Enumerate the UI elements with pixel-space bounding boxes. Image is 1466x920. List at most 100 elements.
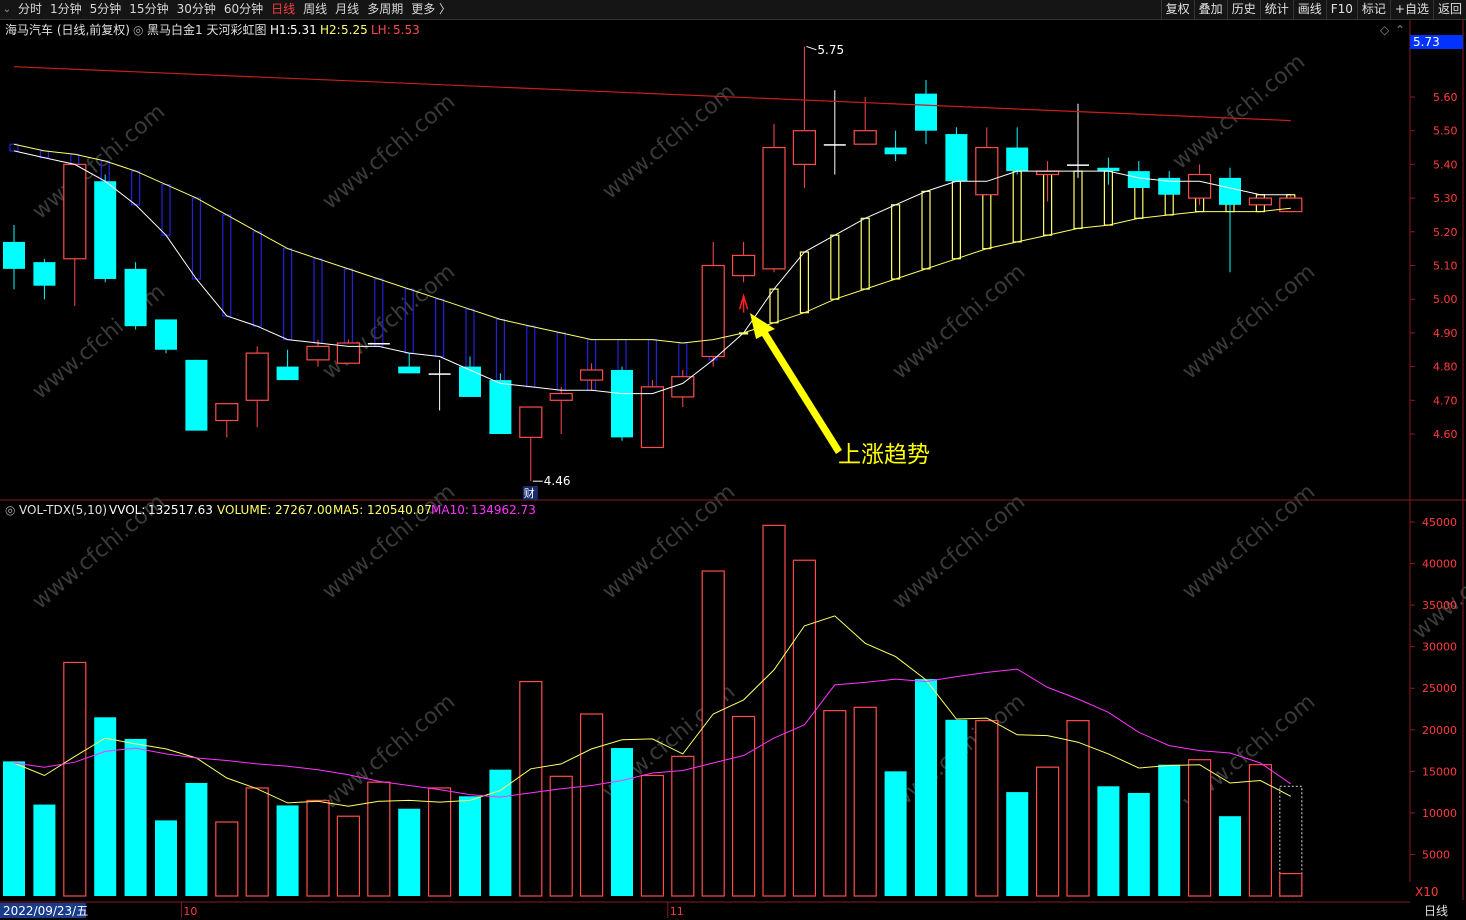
period-tab-0[interactable]: 分时 (14, 0, 46, 19)
ma10-label: MA10: (431, 503, 469, 517)
month-label: 11 (670, 905, 684, 918)
period-tab-4[interactable]: 30分钟 (173, 0, 220, 19)
volume-bar-down (3, 761, 25, 896)
diamond-icon[interactable]: ◇ (1380, 23, 1390, 37)
volume-bar-down (945, 719, 968, 896)
volume-bar-down (276, 805, 299, 896)
period-tab-1[interactable]: 1分钟 (46, 0, 86, 19)
candle-body-up (792, 130, 817, 165)
candle-body-up (306, 345, 330, 361)
watermark-text: www.cfchi.com (1178, 479, 1320, 604)
volume-bar-up (853, 706, 877, 897)
candle-body-down (823, 144, 846, 146)
toolbar-button-8[interactable]: 返回 (1432, 0, 1466, 19)
lh-value: 5.53 (393, 23, 420, 37)
toolbar-button-6[interactable]: 标记 (1356, 0, 1390, 19)
price-tick-label: 5.50 (1433, 125, 1458, 138)
volume-tick-label: 10000 (1422, 807, 1457, 820)
volume-bar-up (63, 661, 87, 897)
month-label: 10 (183, 905, 197, 918)
volume-bar-down (1097, 786, 1120, 896)
collapse-icon[interactable]: ⌃ (1395, 23, 1405, 37)
candle-body-down (367, 343, 390, 345)
volume-bar-up (701, 570, 725, 897)
candle-body-up (731, 254, 756, 277)
candle-body-down (94, 181, 117, 279)
slow-line (13, 143, 1291, 344)
toolbar-button-1[interactable]: 叠加 (1193, 0, 1227, 19)
volume-bar-up (336, 815, 360, 897)
band-segment (1073, 170, 1083, 230)
toolbar-button-0[interactable]: 复权 (1160, 0, 1194, 19)
volume-bar-down (33, 804, 56, 896)
price-axis: 4.60 4.70 4.80 4.90 5.00 5.10 5.20 5.30 5.40 5.50… (1410, 91, 1458, 441)
period-tab-10[interactable]: 更多 〉 (407, 0, 455, 19)
period-tab-3[interactable]: 15分钟 (125, 0, 172, 19)
price-tick-label: 4.80 (1433, 361, 1458, 374)
band-segment (890, 204, 901, 280)
candle-body-up (640, 386, 665, 449)
band-segment (799, 251, 810, 314)
buy-signal-icon (738, 293, 749, 313)
volume-bar-up (579, 713, 604, 897)
period-tab-5[interactable]: 60分钟 (220, 0, 267, 19)
band-segment (222, 214, 232, 317)
candle-body-down (185, 359, 208, 431)
trend-annotation: 上涨趋势 (838, 442, 930, 468)
vvol-label: VVOL: (109, 503, 145, 517)
toolbar-button-3[interactable]: 统计 (1259, 0, 1293, 19)
volume-bar-today (1279, 872, 1303, 897)
h2-label: H2: (320, 23, 341, 37)
toolbar-button-7[interactable]: +自选 (1389, 0, 1433, 19)
h1-value: 5.31 (290, 23, 317, 37)
volume-tick-label: 15000 (1422, 765, 1457, 778)
menu-toggle-icon[interactable]: ⌄ (0, 0, 14, 19)
watermark-text: www.cfchi.com (1168, 49, 1310, 174)
candle-body-down (915, 93, 937, 131)
volume-bar-up (1066, 720, 1090, 897)
period-label: 日线 (1424, 904, 1448, 918)
candle-body-up (519, 406, 543, 438)
band-segment (343, 268, 353, 347)
volume-bar-down (398, 808, 421, 896)
volume-bar-up (975, 720, 999, 897)
period-tabs: ⌄ 分时 1分钟 5分钟 15分钟 30分钟 60分钟 日线 周线 月线 多周期 更多 〉 (0, 0, 455, 19)
toolbar-button-4[interactable]: 画线 (1292, 0, 1326, 19)
date-axis-bg (0, 902, 1466, 920)
band-segment (860, 217, 870, 290)
high-pointer (806, 45, 817, 51)
stock-title: 海马汽车 (日线,前复权) (5, 22, 130, 37)
volume-bar-up (640, 774, 665, 897)
band-segment (252, 231, 262, 327)
volume-unit: X10 (1415, 885, 1439, 899)
period-tab-7[interactable]: 周线 (299, 0, 331, 19)
candle-body-down (459, 366, 481, 397)
vvol-value: 132517.63 (148, 503, 213, 517)
toolbar-button-2[interactable]: 历史 (1226, 0, 1260, 19)
indicator-toggle-icon[interactable]: ◎ (133, 23, 143, 37)
candle-body-down (1067, 164, 1089, 166)
period-tab-8[interactable]: 月线 (331, 0, 363, 19)
fin-marker: 财 (524, 486, 535, 500)
price-tick-label: 5.00 (1433, 293, 1458, 306)
volume-bar-down (1006, 792, 1029, 896)
band-segment (131, 170, 141, 206)
volume-bar-up (428, 787, 452, 897)
h1-label: H1: (270, 23, 291, 37)
watermark-text: www.cfchi.com (28, 279, 170, 404)
price-tick-label: 5.30 (1433, 192, 1458, 205)
volume-toggle-icon[interactable]: ◎ (5, 503, 15, 517)
volume-bar-down (1127, 792, 1150, 896)
candle-body-up (701, 264, 725, 358)
period-tab-2[interactable]: 5分钟 (86, 0, 126, 19)
period-tab-9[interactable]: 多周期 (363, 0, 407, 19)
toolbar-button-5[interactable]: F10 (1325, 0, 1357, 19)
watermark-layer: www.cfchi.com www.cfchi.com www.cfchi.com w… (28, 49, 1466, 814)
watermark-text: www.cfchi.com (1408, 519, 1466, 644)
volume-tick-label: 20000 (1422, 724, 1457, 737)
candle-body-up (853, 130, 877, 145)
period-tab-6[interactable]: 日线 (267, 0, 299, 19)
candle-body-up (671, 376, 695, 398)
high-low-labels: 5.75 4.46 财 (522, 43, 844, 500)
indicator-lines (13, 66, 1291, 395)
